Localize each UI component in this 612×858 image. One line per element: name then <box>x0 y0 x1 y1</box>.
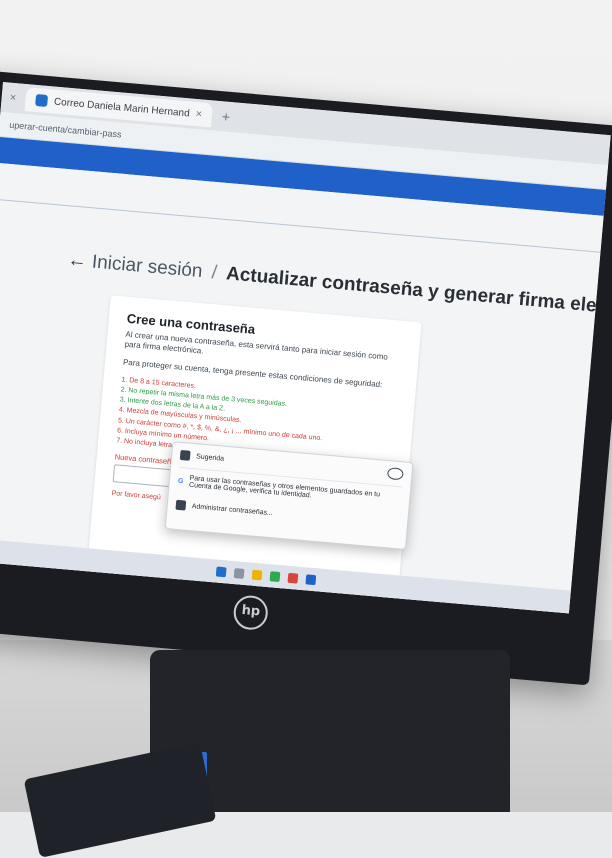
eye-icon[interactable] <box>386 467 404 481</box>
edge-icon[interactable] <box>305 574 317 586</box>
back-arrow-icon[interactable]: ← <box>67 249 88 272</box>
manage-passwords-link: Administrar contraseñas... <box>191 502 274 517</box>
chrome-icon[interactable] <box>287 572 299 584</box>
suggested-label: Sugerida <box>195 452 225 463</box>
folder-icon[interactable] <box>251 569 263 581</box>
monitor-screen: × Correo Daniela Marin Hernand × + upera… <box>0 82 611 614</box>
app-icon[interactable] <box>269 571 281 583</box>
start-icon[interactable] <box>215 566 227 578</box>
url-text: uperar-cuenta/cambiar-pass <box>8 119 122 140</box>
breadcrumb-link-login[interactable]: Iniciar sesión <box>91 252 203 283</box>
breadcrumb-separator: / <box>210 262 218 284</box>
google-icon: G <box>177 477 184 485</box>
key-icon <box>175 499 187 511</box>
tab-close-icon[interactable]: × <box>9 92 16 105</box>
hp-logo: hp <box>232 594 270 632</box>
page-content: ← Iniciar sesión / Actualizar contraseña… <box>0 162 611 614</box>
new-tab-icon[interactable]: + <box>221 108 231 125</box>
key-icon <box>179 449 191 461</box>
monitor: × Correo Daniela Marin Hernand × + upera… <box>0 70 612 686</box>
search-icon[interactable] <box>233 568 245 579</box>
mail-favicon-icon <box>35 94 49 108</box>
tab-close-icon[interactable]: × <box>195 108 202 121</box>
tab-label: Correo Daniela Marin Hernand <box>53 96 191 119</box>
